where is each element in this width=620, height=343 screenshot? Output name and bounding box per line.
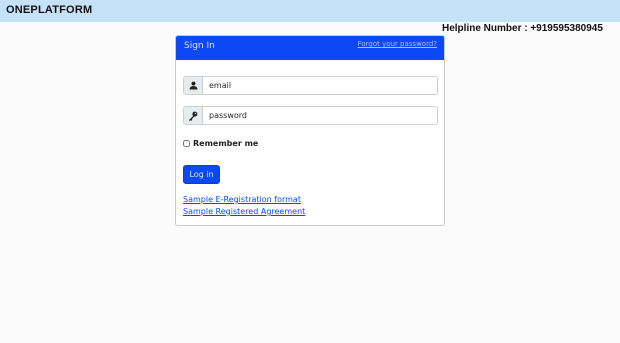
top-navbar: ONEPLATFORM — [0, 0, 620, 22]
email-field[interactable] — [204, 77, 437, 94]
user-icon — [184, 77, 203, 94]
remember-me-label: Remember me — [193, 138, 259, 148]
signin-card: Sign In Forgot your password? Remember m… — [175, 35, 445, 226]
helpline-number: Helpline Number : +919595380945 — [442, 23, 603, 34]
password-field[interactable] — [204, 107, 437, 124]
sample-registered-agreement-link[interactable]: Sample Registered Agreement — [183, 207, 305, 216]
remember-me[interactable]: Remember me — [183, 137, 258, 149]
forgot-password-link[interactable]: Forgot your password? — [358, 40, 437, 48]
signin-title: Sign In — [184, 41, 215, 51]
sample-e-registration-link[interactable]: Sample E-Registration format — [183, 195, 301, 204]
signin-card-header: Sign In Forgot your password? — [176, 36, 444, 60]
key-icon — [184, 107, 203, 124]
brand-logo-text[interactable]: ONEPLATFORM — [6, 4, 92, 16]
login-button[interactable]: Log in — [183, 165, 220, 184]
password-input-group — [183, 106, 438, 125]
remember-me-checkbox[interactable] — [183, 139, 190, 147]
email-input-group — [183, 76, 438, 95]
